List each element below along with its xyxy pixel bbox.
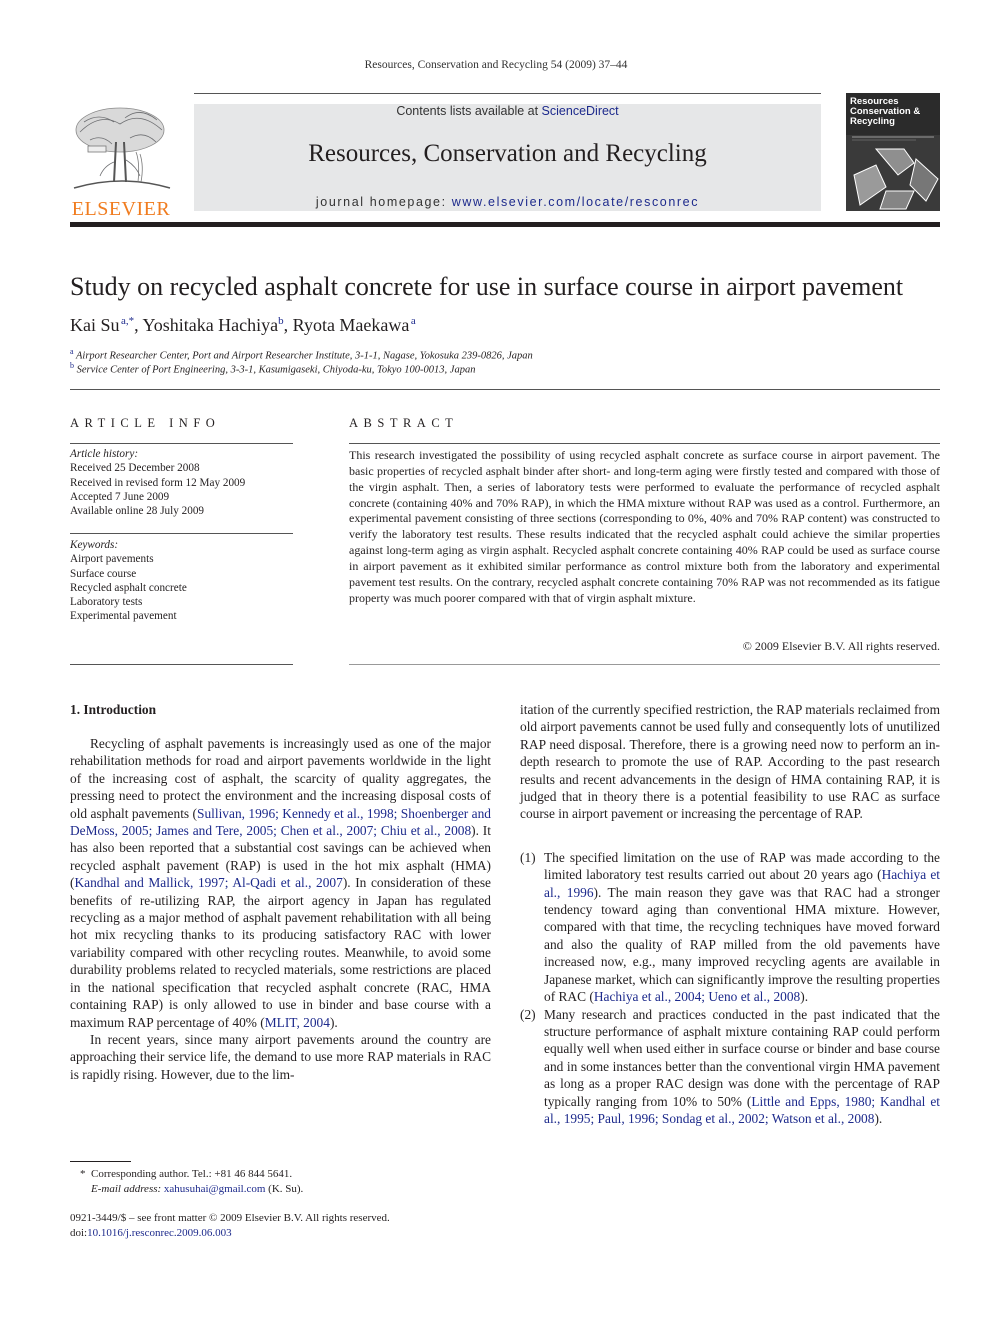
history-entry: Received 25 December 2008 — [70, 462, 200, 475]
history-entry: Available online 28 July 2009 — [70, 505, 205, 518]
body-column-right: itation of the currently specified restr… — [520, 701, 940, 1127]
citation-link[interactable]: MLIT, 2004 — [265, 1015, 330, 1030]
list-text: ). — [874, 1110, 883, 1126]
journal-homepage: journal homepage: www.elsevier.com/locat… — [194, 195, 821, 209]
cover-title: Resources Conservation & Recycling — [850, 97, 938, 127]
sciencedirect-link[interactable]: ScienceDirect — [542, 104, 619, 118]
footnote-mark: * — [80, 1168, 86, 1180]
contents-prefix: Contents lists available at — [396, 104, 542, 118]
list-item: (2) Many research and practices conducted… — [520, 1006, 940, 1128]
list-item: (1) The specified limitation on the use o… — [520, 849, 940, 1006]
tree-emblem-icon — [70, 102, 172, 192]
history-entry: Received in revised form 12 May 2009 — [70, 476, 246, 489]
running-head: Resources, Conservation and Recycling 54… — [364, 59, 628, 71]
masthead-divider — [70, 222, 940, 227]
article-title: Study on recycled asphalt concrete for u… — [70, 272, 904, 301]
article-history: Article history: Received 25 December 20… — [70, 447, 293, 518]
affiliation-mark: b — [70, 361, 74, 370]
keyword: Laboratory tests — [70, 596, 143, 609]
recycling-arrows-icon — [846, 135, 940, 211]
numbered-list: (1) The specified limitation on the use o… — [520, 849, 940, 1128]
journal-title: Resources, Conservation and Recycling — [308, 140, 707, 167]
author-list: Kai Su a,*, Yoshitaka Hachiyab, Ryota Ma… — [70, 315, 416, 336]
affiliation: a Airport Researcher Center, Port and Ai… — [70, 347, 533, 362]
affiliation-text: Airport Researcher Center, Port and Airp… — [76, 350, 533, 362]
doi-link[interactable]: 10.1016/j.resconrec.2009.06.003 — [87, 1227, 232, 1239]
affiliation-text: Service Center of Port Engineering, 3-3-… — [76, 364, 476, 376]
author-name[interactable]: Kai Su — [70, 315, 120, 335]
keyword: Airport pavements — [70, 553, 154, 566]
author-name[interactable]: Ryota Maekawa — [293, 315, 410, 335]
keywords: Keywords: Airport pavements Surface cour… — [70, 538, 293, 624]
abstract-copyright: © 2009 Elsevier B.V. All rights reserved… — [742, 639, 940, 653]
keywords-divider — [70, 533, 293, 534]
journal-cover-thumbnail[interactable]: Resources Conservation & Recycling — [846, 93, 940, 211]
issn-line: 0921-3449/$ – see front matter © 2009 El… — [70, 1212, 390, 1224]
homepage-prefix: journal homepage: — [315, 195, 452, 209]
abstract-heading: ABSTRACT — [349, 416, 459, 430]
cover-title-line: Recycling — [850, 116, 895, 127]
email-label: E-mail address: — [91, 1182, 164, 1195]
email-link[interactable]: xahusuhai@gmail.com — [164, 1183, 265, 1195]
homepage-link[interactable]: www.elsevier.com/locate/resconrec — [452, 195, 699, 209]
publisher-wordmark: ELSEVIER — [71, 198, 171, 220]
author-affiliation-mark[interactable]: a,* — [121, 315, 134, 327]
abstract-bottom-divider — [349, 664, 940, 665]
contents-availability: Contents lists available at ScienceDirec… — [194, 104, 821, 118]
list-text: ). — [800, 989, 809, 1005]
article-history-label: Article history: — [70, 448, 139, 460]
keywords-label: Keywords: — [70, 539, 119, 551]
abstract-text: This research investigated the possibili… — [349, 448, 940, 605]
paragraph: In recent years, since many airport pave… — [70, 1031, 491, 1082]
citation-link[interactable]: Hachiya et al., 2004; Ueno et al., 2008 — [594, 989, 800, 1004]
keyword: Surface course — [70, 567, 137, 580]
affiliation: b Service Center of Port Engineering, 3-… — [70, 361, 475, 376]
footnote-line: * Corresponding author. Tel.: +81 46 844… — [70, 1167, 490, 1182]
author-separator: , — [283, 315, 293, 335]
history-entry: Accepted 7 June 2009 — [70, 490, 170, 503]
author-name[interactable]: Yoshitaka Hachiya — [143, 315, 279, 335]
paragraph-continued: itation of the currently specified restr… — [520, 702, 940, 822]
paragraph-text: ). In consideration of these benefits of… — [70, 875, 491, 1030]
body-column-left: Recycling of asphalt pavements is increa… — [70, 735, 491, 1083]
journal-banner: Contents lists available at ScienceDirec… — [194, 104, 821, 211]
page-footer: 0921-3449/$ – see front matter © 2009 El… — [70, 1211, 490, 1241]
list-number: (2) — [520, 1006, 536, 1022]
title-divider — [70, 389, 940, 390]
section-heading-introduction: 1. Introduction — [70, 702, 157, 717]
publisher-logo[interactable]: ELSEVIER — [70, 102, 172, 219]
keyword: Recycled asphalt concrete — [70, 581, 187, 594]
list-text: ). The main reason they gave was that RA… — [544, 884, 940, 1005]
author-separator: , — [134, 315, 143, 335]
doi-prefix: doi: — [70, 1227, 88, 1239]
author-affiliation-mark[interactable]: a — [411, 315, 416, 327]
list-number: (1) — [520, 849, 536, 865]
abstract-divider — [349, 443, 940, 444]
email-suffix: (K. Su). — [265, 1182, 304, 1195]
doi-line: doi:10.1016/j.resconrec.2009.06.003 — [70, 1226, 490, 1241]
keyword: Experimental pavement — [70, 610, 177, 623]
corresponding-author-footnote: * Corresponding author. Tel.: +81 46 844… — [70, 1167, 490, 1196]
affiliation-mark: a — [70, 347, 74, 356]
paragraph: Recycling of asphalt pavements is increa… — [70, 735, 491, 1031]
footnote-divider — [70, 1161, 131, 1162]
header-divider — [194, 93, 821, 94]
article-info-divider — [70, 443, 293, 444]
article-info-bottom-divider — [70, 664, 293, 665]
article-info-heading: ARTICLE INFO — [70, 416, 221, 430]
footnote-text: Corresponding author. Tel.: +81 46 844 5… — [91, 1168, 293, 1180]
footnote-line: E-mail address: xahusuhai@gmail.com (K. … — [70, 1182, 490, 1197]
paragraph-text: ). — [329, 1014, 338, 1030]
citation-link[interactable]: Kandhal and Mallick, 1997; Al-Qadi et al… — [74, 875, 342, 890]
